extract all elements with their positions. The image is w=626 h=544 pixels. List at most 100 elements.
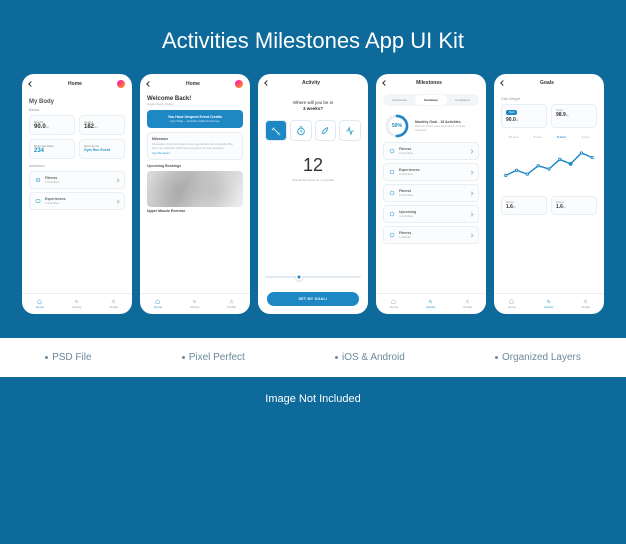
nav-home-label: Home [390, 305, 398, 309]
header: Milestones [376, 74, 486, 90]
item-sub: 3 Activities [399, 214, 466, 218]
time-tab[interactable]: 10 mon [509, 135, 519, 139]
booking-image[interactable] [147, 171, 243, 207]
cat-pulse[interactable] [339, 120, 361, 142]
back-icon[interactable] [500, 80, 506, 86]
nav-profile[interactable]: Profile [581, 299, 590, 309]
back-icon[interactable] [382, 80, 388, 86]
home-icon [37, 299, 42, 304]
chevron-right-icon [469, 170, 473, 174]
nav-activity[interactable]: Activity [72, 299, 82, 309]
tab-successes[interactable]: Successes [384, 95, 415, 105]
cat-dumbbell[interactable] [265, 120, 287, 142]
set-goal-button[interactable]: SET MY GOAL! [267, 292, 359, 306]
time-tab[interactable]: 6 mon [557, 135, 566, 139]
start-chip: Start [506, 110, 517, 115]
back-icon[interactable] [28, 81, 34, 87]
feature-item: iOS & Android [335, 352, 405, 363]
chevron-right-icon [469, 233, 473, 237]
nav-activity[interactable]: Activity [544, 299, 554, 309]
target-card: Target 98.9kg [551, 104, 597, 128]
activity-icon [428, 299, 433, 304]
screen-activity: Activity Where will you be in3 weeks? 12… [258, 74, 368, 314]
activity-icon [192, 299, 197, 304]
header-title: Home [186, 81, 200, 87]
nav-home[interactable]: Home [508, 299, 516, 309]
target-value: 98.9 [556, 112, 566, 118]
screen-my-body: Home My Body Basics Weight 90.0kg Height… [22, 74, 132, 314]
weight-card[interactable]: Weight 90.0kg [29, 115, 75, 135]
pulse-icon [345, 126, 355, 136]
cat-timer[interactable] [290, 120, 312, 142]
cat-leaf[interactable] [315, 120, 337, 142]
weight-unit: kg [46, 125, 49, 129]
experiences-icon [35, 198, 41, 204]
start-unit: kg [516, 119, 519, 122]
nav-activity-label: Activity [190, 305, 200, 309]
profile-icon [229, 299, 234, 304]
nav-home-label: Home [36, 305, 44, 309]
nav-profile[interactable]: Profile [227, 299, 236, 309]
credits-banner[interactable]: You Have Unspent Event Credits Gym Today… [147, 110, 243, 128]
activity-question: Where will you be in3 weeks? [265, 94, 361, 116]
nav-home[interactable]: Home [390, 299, 398, 309]
booking-title: Upper Muscle Exercise [147, 209, 243, 213]
feature-item: Organized Layers [495, 352, 581, 363]
item-sub: 3 Activities [399, 172, 466, 176]
chevron-right-icon [115, 178, 119, 182]
milestone-card[interactable]: Milestone Consectetur minim lorem ipsum … [147, 132, 243, 160]
item-sub: 1 Activity [399, 235, 466, 239]
back-icon[interactable] [264, 80, 270, 86]
nav-activity[interactable]: Activity [190, 299, 200, 309]
feature-item: PSD File [45, 352, 91, 363]
slider-thumb[interactable] [295, 274, 302, 281]
nav-profile-label: Profile [227, 305, 236, 309]
experience-value: Gym Run Event [84, 148, 120, 152]
height-card[interactable]: Height 182cm [79, 115, 125, 135]
fitness-item[interactable]: Fitness3 Activities [29, 171, 125, 189]
category-icons [265, 120, 361, 142]
stat-card: Fitness1.6kg [551, 196, 597, 215]
avatar[interactable] [235, 80, 243, 88]
time-tab[interactable]: 4 mon [581, 135, 589, 139]
experience-card[interactable]: Experience Gym Run Event [79, 139, 125, 159]
milestone-item[interactable]: Fitness2 Activities [383, 184, 479, 202]
profile-icon [465, 299, 470, 304]
bottom-nav: Home Activity Profile [22, 293, 132, 314]
nav-profile[interactable]: Profile [109, 299, 118, 309]
experiences-item[interactable]: Experiences3 Activities [29, 192, 125, 210]
screen-home: Home Welcome Back! Happy Event Today! Yo… [140, 74, 250, 314]
nav-home[interactable]: Home [154, 299, 162, 309]
milestone-icon [389, 211, 395, 217]
milestone-item[interactable]: Upcoming3 Activities [383, 205, 479, 223]
nav-home[interactable]: Home [36, 299, 44, 309]
milestone-item[interactable]: Fitness3 Activities [383, 142, 479, 160]
back-icon[interactable] [146, 81, 152, 87]
stat-value: 1.6 [506, 204, 513, 210]
bodyfat-card[interactable]: Body Fat Ratio 234 [29, 139, 75, 159]
nav-activity[interactable]: Activity [426, 299, 436, 309]
upcoming-label: Upcoming Bookings [147, 164, 243, 168]
milestone-item[interactable]: Experiences3 Activities [383, 163, 479, 181]
milestone-title: Milestone [152, 137, 238, 141]
features-bar: PSD File Pixel Perfect iOS & Android Org… [0, 338, 626, 377]
nav-profile-label: Profile [463, 305, 472, 309]
time-tab[interactable]: 8 mon [534, 135, 542, 139]
profile-icon [583, 299, 588, 304]
header: Activity [258, 74, 368, 90]
avatar[interactable] [117, 80, 125, 88]
stat-card: Fitness1.6kg [501, 196, 547, 215]
advanced-label: Advanced [29, 164, 125, 168]
big-number: 12 [265, 155, 361, 176]
nav-profile[interactable]: Profile [463, 299, 472, 309]
goal-title: Monthly Goal - 18 Activities [415, 120, 477, 124]
start-value: 90.0 [506, 117, 516, 123]
time-tabs: 10 mon 8 mon 6 mon 4 mon [501, 132, 597, 142]
header: Goals [494, 74, 604, 90]
goal-slider[interactable] [265, 276, 361, 278]
tab-summary[interactable]: Summary [415, 95, 446, 105]
banner-sub: Gym Today — schedule credits for new her… [152, 120, 238, 123]
activity-icon [546, 299, 551, 304]
milestone-item[interactable]: Fitness1 Activity [383, 226, 479, 244]
tab-completed[interactable]: Completed [447, 95, 478, 105]
